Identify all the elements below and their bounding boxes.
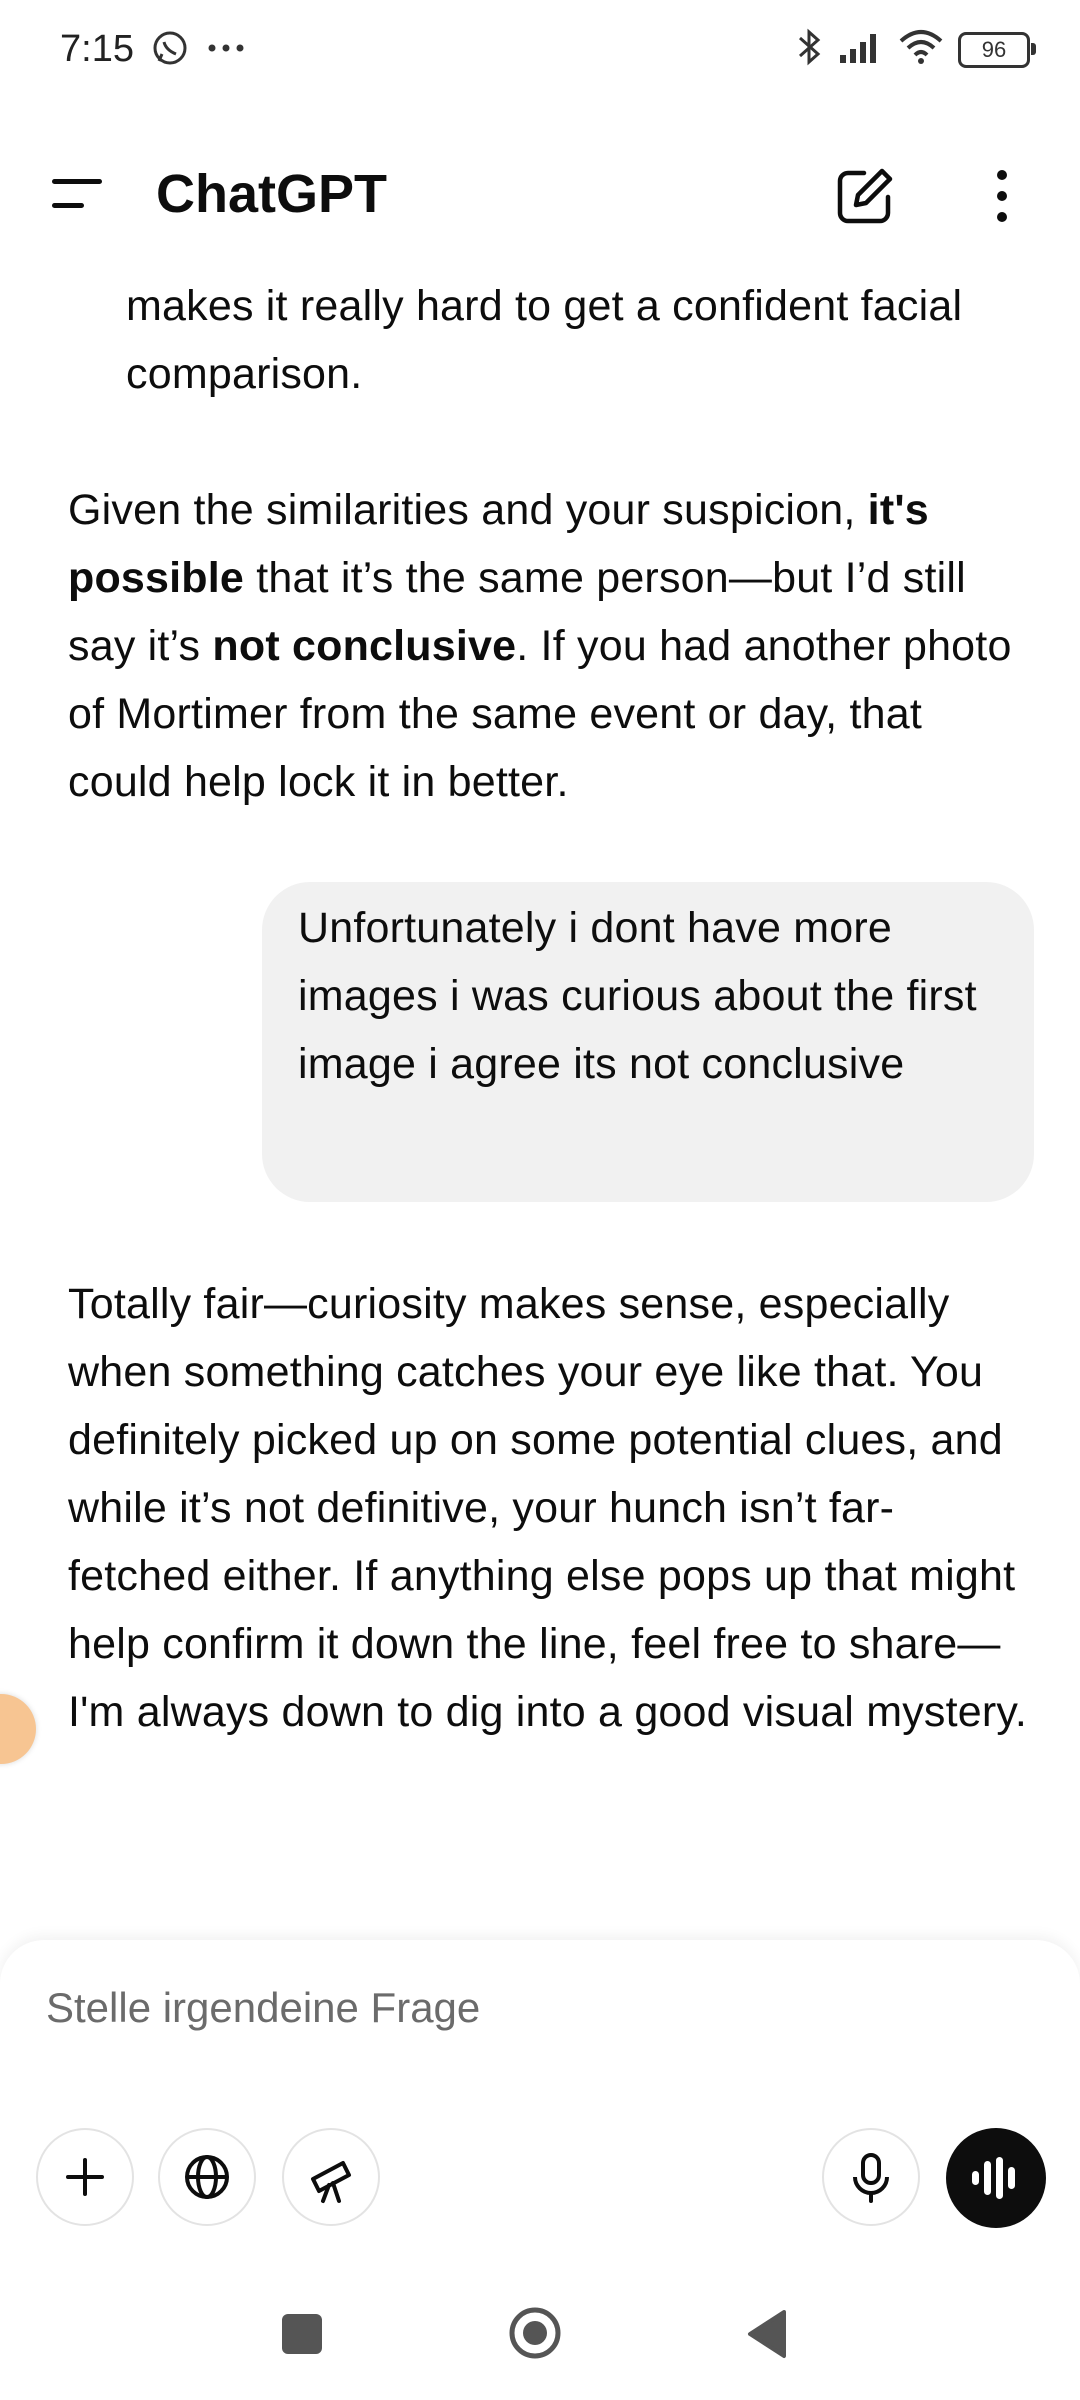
wifi-icon (898, 29, 944, 70)
status-right-icons: 96 (794, 26, 1036, 73)
whatsapp-icon (150, 28, 190, 73)
assistant-message-continued: makes it really hard to get a confident … (126, 272, 986, 408)
more-vertical-icon[interactable] (972, 163, 1032, 229)
plus-icon[interactable] (36, 2128, 134, 2226)
message-text: Given the similarities and your suspicio… (68, 486, 868, 534)
user-message-text: Unfortunately i dont have more images i … (298, 904, 977, 1088)
assistant-message: Totally fair—curiosity makes sense, espe… (68, 1270, 1028, 1746)
assistant-message: Given the similarities and your suspicio… (68, 476, 1028, 816)
page-title: ChatGPT (156, 164, 388, 224)
message-text: makes it really hard to get a confident … (126, 282, 963, 398)
back-triangle-icon[interactable] (744, 2306, 790, 2362)
status-left-icons (150, 28, 246, 73)
menu-icon[interactable] (44, 169, 110, 221)
floating-side-tab[interactable] (0, 1694, 36, 1764)
globe-icon[interactable] (158, 2128, 256, 2226)
microphone-icon[interactable] (822, 2128, 920, 2226)
battery-level: 96 (981, 36, 1007, 62)
app-header: ChatGPT (0, 135, 1080, 255)
status-bar: 7:15 96 (0, 0, 1080, 105)
bold-text: not conclusive (212, 622, 517, 670)
battery-indicator: 96 (958, 31, 1036, 68)
home-circle-icon[interactable] (508, 2306, 562, 2360)
bluetooth-icon (794, 26, 824, 73)
signal-icon (838, 29, 884, 70)
telescope-icon[interactable] (282, 2128, 380, 2226)
recents-square-icon[interactable] (282, 2314, 322, 2354)
status-time: 7:15 (60, 28, 134, 70)
system-nav-bar (0, 2270, 1080, 2400)
prompt-input[interactable]: Stelle irgendeine Frage (46, 1984, 946, 2032)
user-message-bubble[interactable]: Unfortunately i dont have more images i … (262, 882, 1034, 1202)
new-chat-edit-icon[interactable] (832, 163, 898, 229)
message-text: Totally fair—curiosity makes sense, espe… (68, 1280, 1028, 1736)
chat-thread[interactable]: makes it really hard to get a confident … (0, 260, 1080, 1940)
more-dots-icon (206, 38, 246, 63)
message-composer: Stelle irgendeine Frage (0, 1940, 1080, 2270)
voice-mode-icon[interactable] (946, 2128, 1046, 2228)
